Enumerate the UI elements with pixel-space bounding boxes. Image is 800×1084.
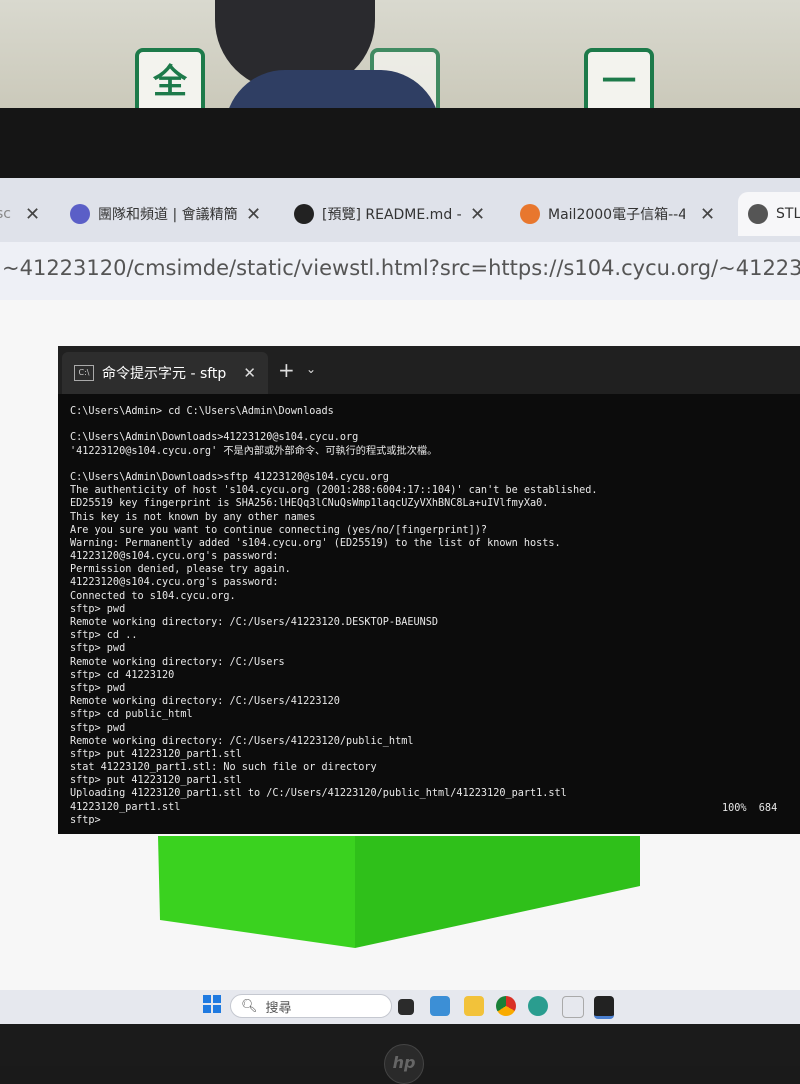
teams-icon xyxy=(70,204,90,224)
stl-model-view[interactable] xyxy=(150,836,650,956)
terminal-tab[interactable]: C:\ 命令提示字元 - sftp ✕ xyxy=(62,352,268,394)
stl-model-face-right xyxy=(355,836,640,948)
browser-tab-bar: sc✕ 團隊和頻道 | 會議精簡 ✕ [預覽] README.md - ✕ Ma… xyxy=(0,178,800,242)
terminal-line: sftp> pwd xyxy=(70,603,126,615)
tab-label: STL xyxy=(776,206,800,222)
search-placeholder: 搜尋 xyxy=(265,1000,292,1016)
terminal-line: stat 41223120_part1.stl: No such file or… xyxy=(70,762,377,774)
terminal-line: Remote working directory: /C:/Users xyxy=(70,656,285,668)
close-icon[interactable]: ✕ xyxy=(470,204,485,225)
github-icon xyxy=(294,204,314,224)
terminal-line: 41223120@s104.cycu.org's password: xyxy=(70,577,279,589)
terminal-line: Permission denied, please try again. xyxy=(70,564,291,576)
file-explorer-icon[interactable] xyxy=(464,996,484,1016)
terminal-line: Are you sure you want to continue connec… xyxy=(70,524,488,536)
cmd-icon: C:\ xyxy=(74,365,94,381)
terminal-line: ED25519 key fingerprint is SHA256:lHEQq3… xyxy=(70,498,549,510)
stl-icon xyxy=(748,204,768,224)
tab-label: Mail2000電子信箱--4 xyxy=(548,207,685,223)
taskbar-search-box[interactable]: 🔍︎ 搜尋 xyxy=(230,994,392,1018)
chrome-icon[interactable] xyxy=(496,996,516,1016)
terminal-line: sftp> put 41223120_part1.stl xyxy=(70,775,242,787)
new-tab-plus-icon[interactable]: + xyxy=(278,358,295,382)
monitor-top-bezel xyxy=(0,108,800,178)
mail2000-icon xyxy=(520,204,540,224)
browser-tab-teams[interactable]: 團隊和頻道 | 會議精簡 xyxy=(70,192,270,236)
stl-model-face-left xyxy=(158,836,355,948)
close-icon[interactable]: ✕ xyxy=(25,204,40,225)
close-icon[interactable]: ✕ xyxy=(700,204,715,225)
terminal-line: 41223120@s104.cycu.org's password: xyxy=(70,551,279,563)
terminal-tab-title: 命令提示字元 - sftp xyxy=(102,366,227,382)
browser-tab-stl[interactable]: STL xyxy=(738,192,800,236)
browser-tab-partial[interactable]: sc✕ xyxy=(0,192,48,236)
terminal-line: sftp> pwd xyxy=(70,722,126,734)
terminal-line: Remote working directory: /C:/Users/4122… xyxy=(70,696,340,708)
browser-tab-github[interactable]: [預覽] README.md - xyxy=(294,192,469,236)
terminal-line: Warning: Permanently added 's104.cycu.or… xyxy=(70,537,561,549)
url-text[interactable]: ~41223120/cmsimde/static/viewstl.html?sr… xyxy=(2,256,800,280)
terminal-line: C:\Users\Admin> cd C:\Users\Admin\Downlo… xyxy=(70,406,334,417)
task-view-icon[interactable] xyxy=(398,999,414,1015)
chevron-down-icon[interactable]: ⌄ xyxy=(306,362,316,376)
hp-logo: hp xyxy=(384,1044,424,1084)
tab-label: 團隊和頻道 | 會議精簡 xyxy=(98,207,238,223)
start-icon[interactable] xyxy=(203,995,221,1013)
browser-tab-mail2000[interactable]: Mail2000電子信箱--4 xyxy=(520,192,685,236)
terminal-line: 41223120_part1.stl xyxy=(70,801,181,813)
terminal-line: C:\Users\Admin\Downloads>41223120@s104.c… xyxy=(70,432,359,444)
terminal-line: Remote working directory: /C:/Users/4122… xyxy=(70,735,414,747)
terminal-line: sftp> put 41223120_part1.stl xyxy=(70,748,242,760)
terminal-line: The authenticity of host 's104.cycu.org … xyxy=(70,485,598,497)
terminal-line: Connected to s104.cycu.org. xyxy=(70,590,236,602)
terminal-line: sftp> cd 41223120 xyxy=(70,669,175,681)
close-icon[interactable]: ✕ xyxy=(246,204,261,225)
app-icon[interactable] xyxy=(562,996,584,1018)
widgets-icon[interactable] xyxy=(430,996,450,1016)
close-icon[interactable]: ✕ xyxy=(243,364,256,382)
search-icon: 🔍︎ xyxy=(241,998,258,1014)
terminal-icon[interactable] xyxy=(594,996,614,1019)
terminal-line: C:\Users\Admin\Downloads>sftp 41223120@s… xyxy=(70,471,389,483)
tab-label: [預覽] README.md - xyxy=(322,207,462,223)
terminal-line: sftp> pwd xyxy=(70,682,126,694)
terminal-line: This key is not known by any other names xyxy=(70,511,316,523)
terminal-line: sftp> pwd xyxy=(70,643,126,655)
terminal-line: Uploading 41223120_part1.stl to /C:/User… xyxy=(70,788,567,800)
upload-progress: 100% 684 xyxy=(722,803,778,814)
terminal-line: '41223120@s104.cycu.org' 不是內部或外部命令、可執行的程… xyxy=(70,445,438,457)
terminal-line: sftp> cd public_html xyxy=(70,709,193,721)
terminal-line: Remote working directory: /C:/Users/4122… xyxy=(70,617,439,628)
terminal-prompt[interactable]: sftp> xyxy=(70,814,795,827)
terminal-line: sftp> cd .. xyxy=(70,630,138,642)
edge-icon[interactable] xyxy=(528,996,548,1016)
terminal-output: C:\Users\Admin> cd C:\Users\Admin\Downlo… xyxy=(70,405,795,827)
